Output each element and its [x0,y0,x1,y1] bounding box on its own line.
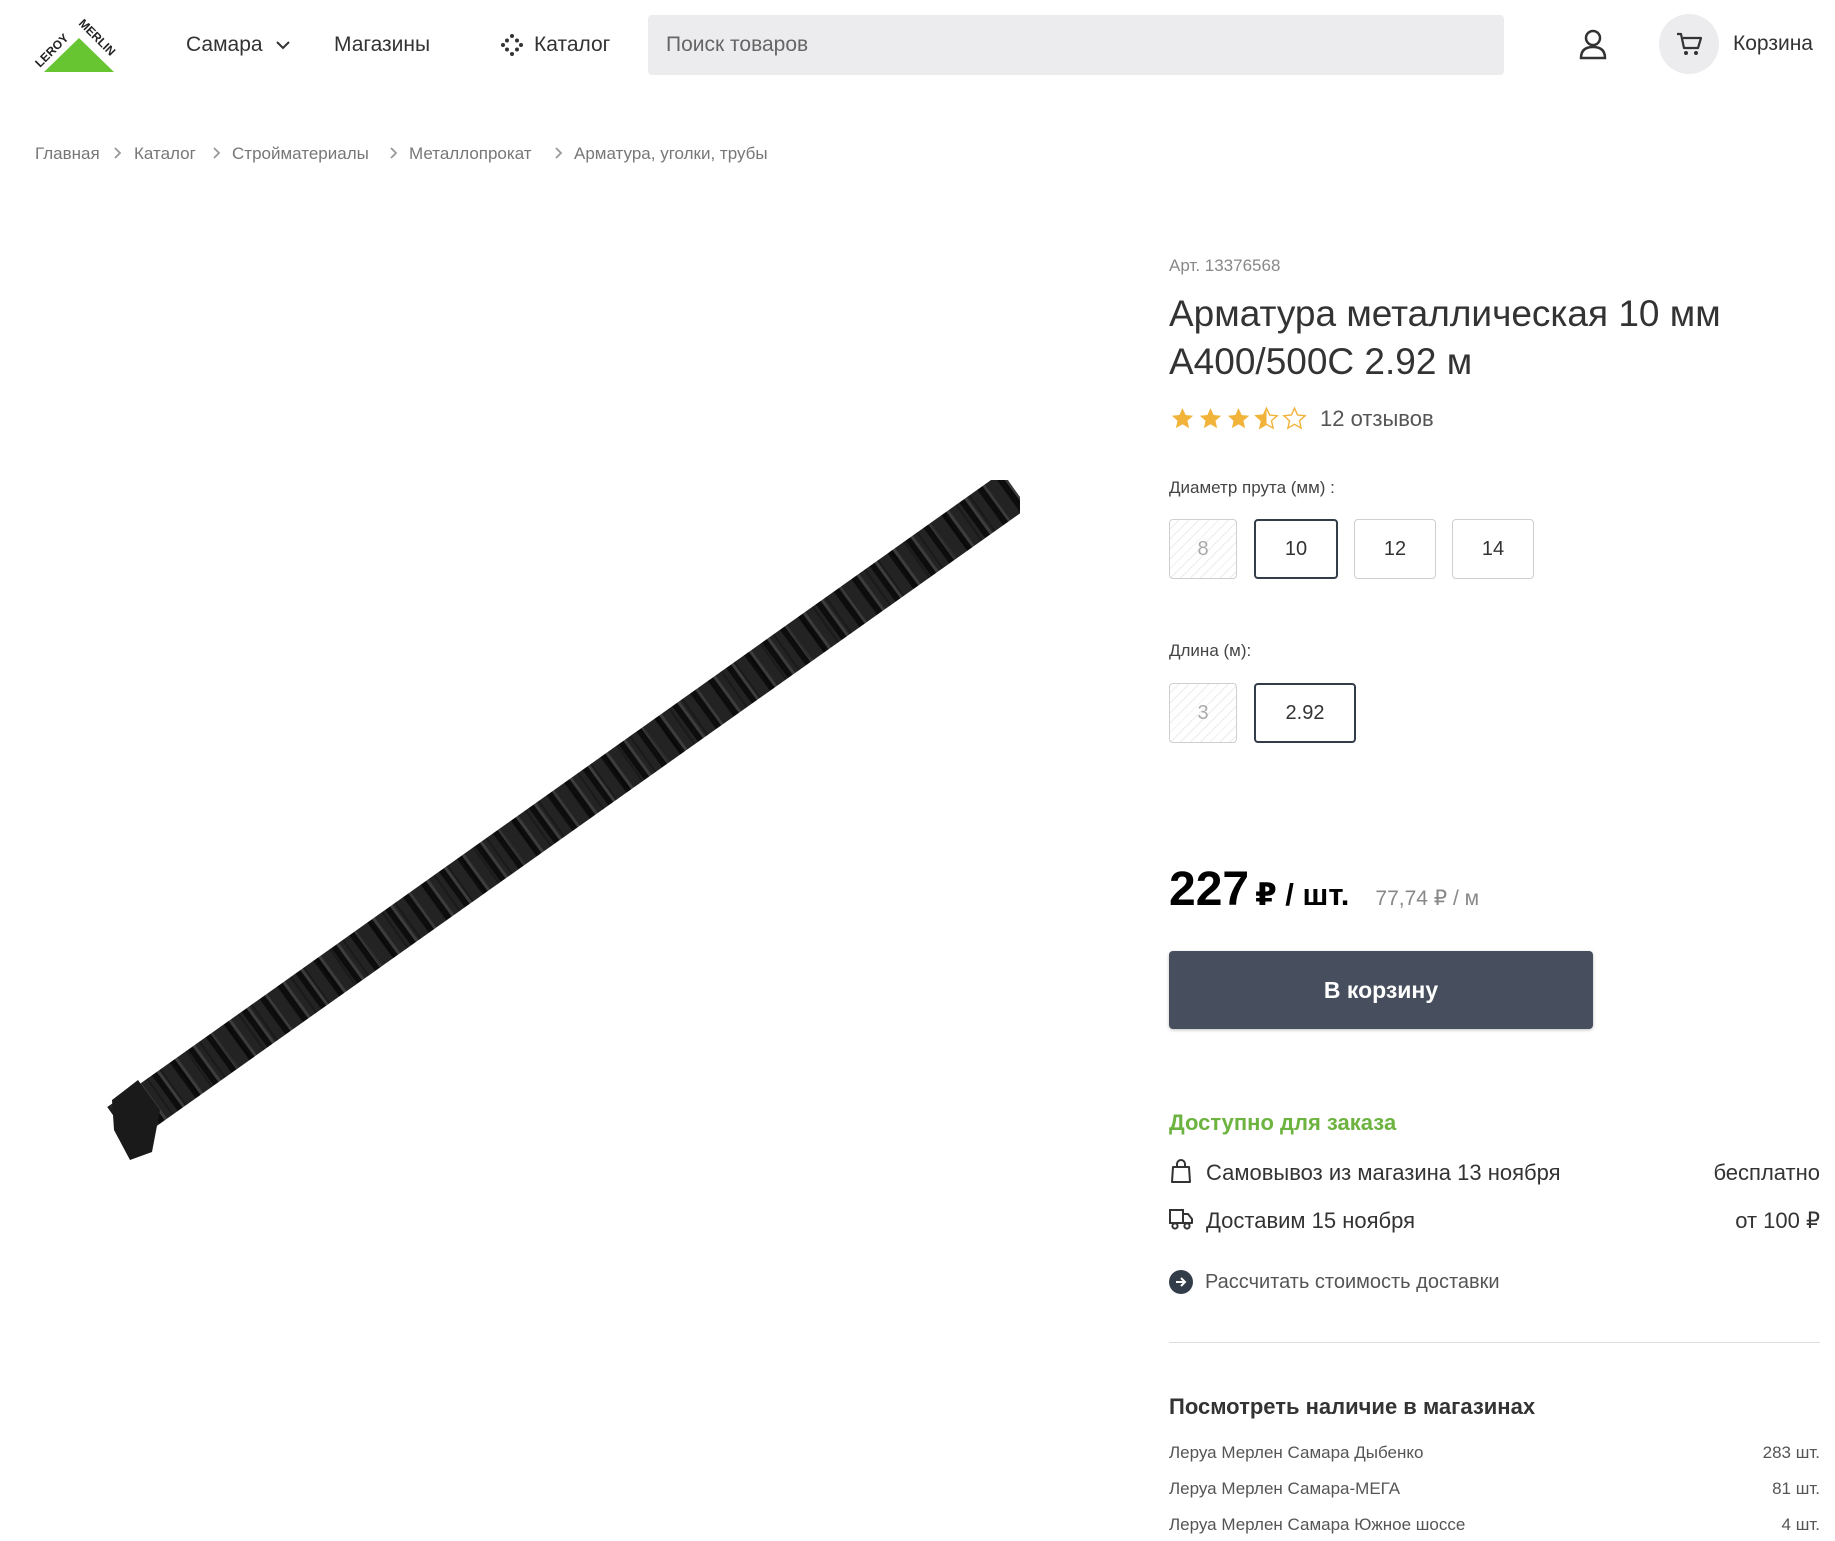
length-option-3[interactable]: 3 [1169,683,1237,743]
divider [1169,1342,1820,1343]
product-title-line2: А400/500С 2.92 м [1169,341,1473,382]
store-qty: 283 шт. [1762,1443,1820,1462]
breadcrumb-item-home[interactable]: Главная [35,144,100,164]
diameter-label: Диаметр прута (мм) : [1169,478,1335,497]
store-name: Леруа Мерлен Самара Дыбенко [1169,1443,1424,1462]
star-half-icon [1254,406,1279,430]
chevron-down-icon [275,41,290,50]
diameter-option-10[interactable]: 10 [1254,519,1338,579]
cart-link[interactable]: Корзина [1659,14,1813,74]
reviews-count: 12 отзывов [1320,406,1434,431]
stores-link[interactable]: Магазины [334,33,430,57]
length-label: Длина (м): [1169,641,1252,660]
star-full-icon [1227,408,1250,429]
bag-icon [1171,1159,1191,1183]
diameter-option-12[interactable]: 12 [1354,519,1436,579]
cart-icon [1677,32,1703,55]
chevron-right-icon [114,147,122,159]
price-unit: ₽ / шт. [1255,877,1350,912]
store-qty: 4 шт. [1781,1515,1820,1534]
arrow-circle-icon [1169,1270,1193,1294]
availability-status: Доступно для заказа [1169,1110,1397,1135]
store-name: Леруа Мерлен Самара-МЕГА [1169,1479,1401,1498]
city-label: Самара [186,33,263,56]
star-empty-icon [1282,406,1307,430]
price-value: 227 [1169,863,1250,916]
diameter-option-8[interactable]: 8 [1169,519,1237,579]
product-image[interactable] [100,472,1028,1170]
product-title: Арматура металлическая 10 мм А400/500С 2… [1169,290,1809,386]
pickup-price: бесплатно [1713,1160,1820,1185]
breadcrumb-item-construction[interactable]: Стройматериалы [232,144,369,164]
chevron-right-icon [213,147,221,159]
catalog-icon [501,34,523,56]
store-qty: 81 шт. [1772,1479,1820,1498]
price-per-meter: 77,74 ₽ / м [1375,887,1480,910]
cart-icon-circle [1659,14,1719,74]
catalog-button[interactable]: Каталог [500,33,610,57]
delivery-label: Доставим 15 ноября [1206,1208,1416,1233]
logo[interactable]: LEROY MERLIN [32,16,124,76]
length-option-2-92[interactable]: 2.92 [1254,683,1356,743]
chevron-right-icon [555,147,563,159]
pickup-label: Самовывоз из магазина 13 ноября [1206,1160,1561,1185]
star-full-icon [1199,408,1222,429]
store-name: Леруа Мерлен Самара Южное шоссе [1169,1515,1466,1534]
stores-title[interactable]: Посмотреть наличие в магазинах [1169,1394,1535,1420]
breadcrumb-item-metal[interactable]: Металлопрокат [409,144,532,164]
article-number: Арт. 13376568 [1169,256,1281,275]
rating-stars [1169,406,1308,432]
chevron-right-icon [390,147,398,159]
product-title-line1: Арматура металлическая 10 мм [1169,293,1721,334]
breadcrumb-item-catalog[interactable]: Каталог [134,144,196,164]
profile-button[interactable] [1578,28,1608,60]
delivery-price: от 100 ₽ [1735,1208,1820,1233]
star-full-icon [1171,408,1194,429]
add-to-cart-button[interactable]: В корзину [1169,951,1593,1029]
calc-delivery-label: Рассчитать стоимость доставки [1205,1270,1500,1293]
city-selector[interactable]: Самара [186,33,291,57]
truck-icon [1169,1209,1193,1230]
rating[interactable]: 12 отзывов [1169,406,1434,432]
rebar-image [107,472,1028,1160]
price-block: 227 ₽ / шт. 77,74 ₽ / м [1169,862,1479,917]
breadcrumb-item-rebar[interactable]: Арматура, уголки, трубы [574,144,768,164]
cart-label: Корзина [1733,32,1813,55]
calc-delivery-link[interactable]: Рассчитать стоимость доставки [1169,1270,1500,1294]
diameter-option-14[interactable]: 14 [1452,519,1534,579]
user-icon [1579,29,1607,60]
search-input[interactable] [648,15,1504,75]
catalog-label: Каталог [534,33,611,56]
